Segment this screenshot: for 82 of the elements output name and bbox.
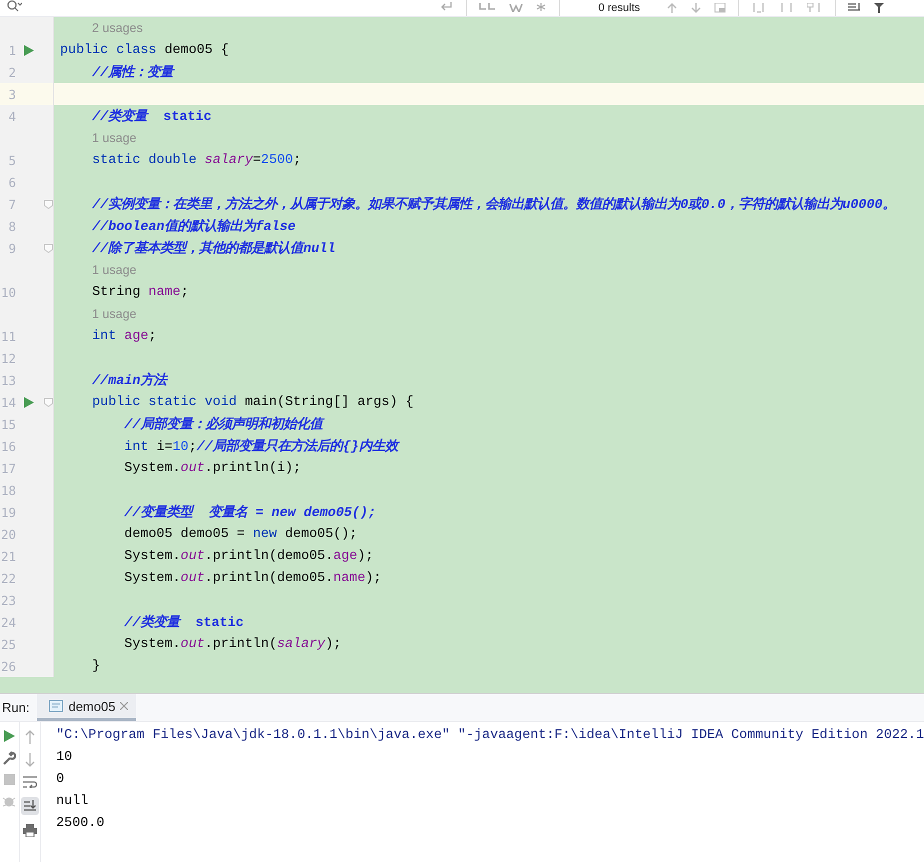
code-line: //局部变量：必须声明和初始化值 [123,415,322,433]
filter-lines-icon[interactable] [848,3,862,13]
code-line: //变量类型 变量名 = new demo05(); [123,503,376,521]
run-icon[interactable] [4,730,15,742]
regex-icon[interactable] [535,3,548,13]
line-number: 5 [7,152,16,168]
print-icon[interactable] [22,824,37,837]
code-line: //属性：变量 [91,63,174,81]
match-case-icon[interactable] [479,3,498,13]
line-number: 12 [0,350,16,366]
line-number: 10 [0,284,16,300]
code-line: System.out.println(i); [123,460,302,476]
filter-icon[interactable] [874,3,884,13]
code-line: static double salary=2500; [91,152,302,168]
code-line: int i=10;//局部变量只在方法后的{}内生效 [123,437,398,455]
code-line: public class demo05 { [59,42,229,58]
line-number: 24 [0,614,16,630]
panel-label: Run: [2,700,30,715]
fold-marker-icon[interactable] [44,244,53,252]
fold-marker-icon[interactable] [44,398,53,406]
fold-marker-icon[interactable] [44,200,53,208]
line-number: 21 [0,548,16,564]
code-line: String name; [91,284,189,300]
code-line: System.out.println(demo05.name); [123,570,382,586]
code-line: demo05 demo05 = new demo05(); [123,526,358,542]
close-icon[interactable] [120,702,128,710]
wrench-icon[interactable] [2,751,16,765]
down-arrow-icon[interactable] [24,753,35,767]
line-number: 18 [0,482,16,498]
usages-hint[interactable]: 1 usage [92,307,136,321]
output-line: null [56,793,90,811]
code-line: //除了基本类型，其他的都是默认值null [91,240,336,257]
line-number: 20 [0,526,16,542]
line-number: 13 [0,372,16,388]
scroll-to-end-icon[interactable] [20,797,39,815]
output-line: 10 [56,749,74,767]
results-count: 0 results [598,1,640,15]
down-arrow-icon[interactable] [690,3,702,13]
line-number: 23 [0,592,16,608]
code-line: //main方法 [91,371,166,389]
output-line: 0 [56,771,66,789]
line-number: 6 [7,174,16,190]
line-number: 14 [0,394,16,410]
run-icon[interactable] [24,396,34,408]
line-number: 7 [7,196,16,212]
run-icon[interactable] [24,44,34,56]
soft-wrap-icon[interactable] [22,776,37,788]
code-line: System.out.println(salary); [123,636,342,652]
line-number: 1 [7,42,16,58]
line-number: 22 [0,570,16,586]
code-line: public static void main(String[] args) { [91,394,414,410]
usages-hint[interactable]: 2 usages [92,21,143,35]
usages-hint[interactable]: 1 usage [92,263,136,277]
line-number: 11 [0,328,16,344]
code-line: //类变量 static [91,107,212,125]
code-line: int age; [91,328,156,344]
output-line: 2500.0 [56,815,106,833]
code-line: //类变量 static [123,613,244,631]
command-line: "C:\Program Files\Java\jdk-18.0.1.1\bin\java.exe" "-javaagent:F:\idea\IntelliJ IDEA Community Edition 2022.1 [56,727,924,745]
line-number: 19 [0,504,16,520]
console-icon [49,700,64,712]
line-number: 17 [0,460,16,476]
line-number: 8 [7,218,16,234]
line-number: 9 [7,240,16,256]
line-number: 3 [7,86,16,102]
line-number: 2 [7,64,16,80]
line-number: 16 [0,438,16,454]
code-line: //boolean值的默认输出为false [91,218,296,235]
usages-hint[interactable]: 1 usage [92,131,136,145]
select-all-icon[interactable] [714,3,726,13]
run-tab[interactable]: demo05 [37,694,136,721]
code-line: //实例变量：在类里，方法之外，从属于对象。如果不赋予其属性，会输出默认值。数值的默认输出为0或0.0，字符的默认输出为u0000。 [91,195,896,213]
line-number: 26 [0,658,16,674]
up-arrow-icon[interactable] [666,3,678,13]
line-number: 4 [7,108,16,124]
whole-word-icon[interactable] [509,4,524,12]
code-line: } [91,658,100,674]
up-arrow-icon[interactable] [24,730,35,744]
code-line: System.out.println(demo05.age); [123,548,374,564]
line-number: 15 [0,416,16,432]
stop-icon[interactable] [4,774,15,785]
line-number: 25 [0,636,16,652]
